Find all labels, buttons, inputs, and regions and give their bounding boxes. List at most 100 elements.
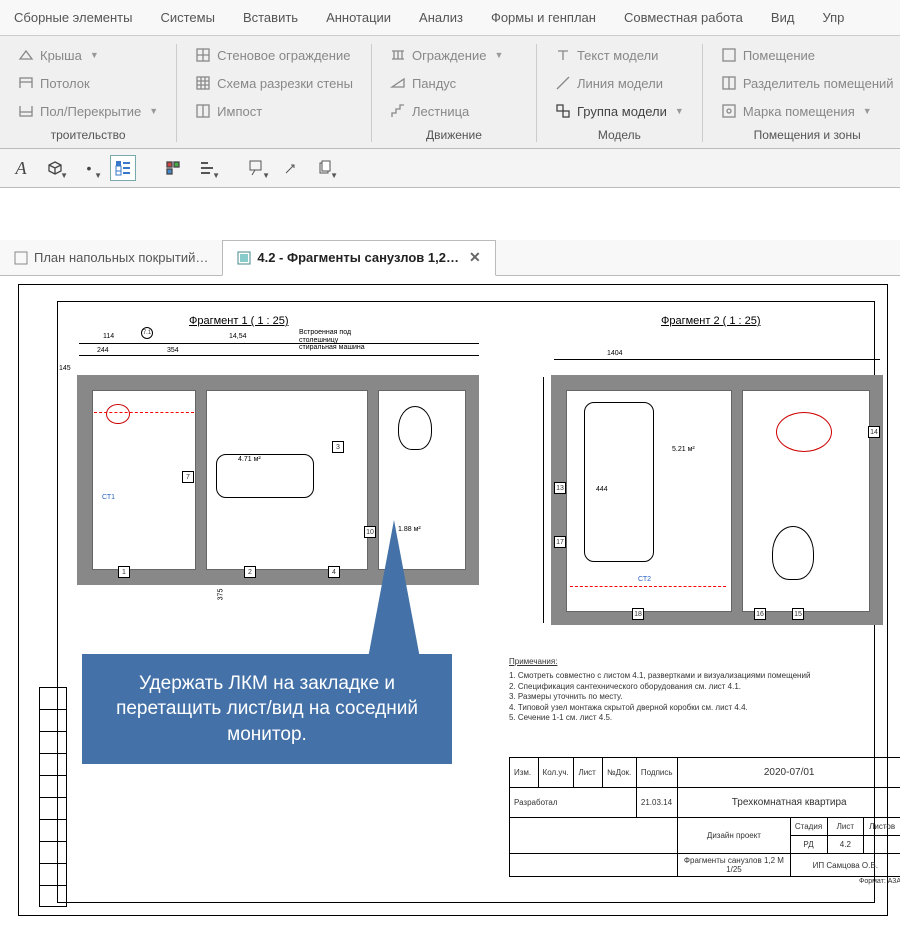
list-no: 4.2	[827, 836, 864, 854]
text-tool-button[interactable]: A	[8, 155, 34, 181]
dim: 444	[596, 486, 608, 493]
menu-sistemy[interactable]: Системы	[146, 4, 228, 31]
tab-plan-napolnyh[interactable]: План напольных покрытий…	[0, 240, 222, 276]
bubble-7: 7	[182, 471, 194, 483]
title-block: Изм. Кол.уч. Лист №Док. Подпись 2020-07/…	[509, 757, 900, 917]
ceiling-icon	[18, 75, 34, 91]
dropdown-icon: ▼	[90, 50, 99, 60]
ramp-label: Пандус	[412, 76, 456, 91]
text-icon	[555, 47, 571, 63]
checklist-icon	[115, 160, 131, 176]
roomtag-button[interactable]: Марка помещения▼	[715, 100, 900, 122]
menu-analiz[interactable]: Анализ	[405, 4, 477, 31]
floor-button[interactable]: Пол/Перекрытие▼	[12, 100, 164, 122]
callout-button[interactable]: ▼	[244, 155, 270, 181]
filter-button[interactable]	[160, 155, 186, 181]
document-tabs: План напольных покрытий… 4.2 - Фрагменты…	[0, 240, 900, 276]
fragment2-title: Фрагмент 2 ( 1 : 25)	[661, 315, 761, 327]
ribbon-group-rooms: Помещение Разделитель помещений Марка по…	[703, 44, 900, 142]
cube-button[interactable]: ▼	[42, 155, 68, 181]
modeltext-button[interactable]: Текст модели	[549, 44, 690, 66]
tag-ct2: СТ2	[638, 576, 651, 583]
checklist-button[interactable]	[110, 155, 136, 181]
note-2: 2. Спецификация сантехнического оборудов…	[509, 682, 900, 692]
note-1: 1. Смотреть совместно с листом 4.1, разв…	[509, 671, 900, 681]
bubble-1: 1	[118, 566, 130, 578]
dropdown-icon: ▼	[212, 171, 220, 180]
col-koluch: Кол.уч.	[538, 758, 574, 788]
format-label: Формат: А3А	[509, 878, 900, 885]
curtaingrid-button[interactable]: Схема разрезки стены	[189, 72, 359, 94]
modelline-button[interactable]: Линия модели	[549, 72, 690, 94]
roomsep-button[interactable]: Разделитель помещений	[715, 72, 900, 94]
dropdown-icon: ▼	[494, 50, 503, 60]
modeltext-label: Текст модели	[577, 48, 658, 63]
quick-access-bar: A ▼ •▼ ▼ ▼ ▼	[0, 149, 900, 188]
fragment-1-plan: СТ1 4.71 м² 1.88 м² 1 2 4 7 3 10	[77, 375, 479, 585]
menu-bar: Сборные элементы Системы Вставить Аннота…	[0, 0, 900, 36]
curtainwall-button[interactable]: Стеновое ограждение	[189, 44, 359, 66]
stair-icon	[390, 103, 406, 119]
fragment-2-plan: СТ2 5.21 м² 444 13 17 18 14 15 16	[551, 375, 883, 625]
bubble-16: 16	[754, 608, 766, 620]
ribbon-group-circulation: Ограждение▼ Пандус Лестница Движение	[372, 44, 537, 142]
group-model-label: Модель	[549, 128, 690, 142]
modelgroup-button[interactable]: Группа модели▼	[549, 100, 690, 122]
linework-button[interactable]: ▼	[194, 155, 220, 181]
menu-vid[interactable]: Вид	[757, 4, 809, 31]
railing-label: Ограждение	[412, 48, 487, 63]
arrow-icon	[283, 160, 299, 176]
note-4: 4. Типовой узел монтажа скрытой дверной …	[509, 703, 900, 713]
stair-button[interactable]: Лестница	[384, 100, 524, 122]
dim: 145	[59, 365, 71, 372]
area-label: 5.21 м²	[672, 446, 695, 453]
bubble-14: 14	[868, 426, 880, 438]
curtaingrid-label: Схема разрезки стены	[217, 76, 353, 91]
dot-button[interactable]: •▼	[76, 155, 102, 181]
ceiling-button[interactable]: Потолок	[12, 72, 164, 94]
bubble-10: 10	[364, 526, 376, 538]
copy-button[interactable]: ▼	[312, 155, 338, 181]
separator-icon	[721, 75, 737, 91]
tab-fragments-active[interactable]: 4.2 - Фрагменты санузлов 1,2… ✕	[222, 240, 495, 276]
dropdown-icon: ▼	[330, 171, 338, 180]
bubble-2: 2	[244, 566, 256, 578]
roomsep-label: Разделитель помещений	[743, 76, 894, 91]
menu-vstavit[interactable]: Вставить	[229, 4, 312, 31]
tag-icon	[721, 103, 737, 119]
dim: 114	[103, 333, 114, 340]
row-razrab: Разработал	[510, 788, 637, 818]
grid-icon	[195, 75, 211, 91]
menu-sovmestnaya[interactable]: Совместная работа	[610, 4, 757, 31]
ramp-button[interactable]: Пандус	[384, 72, 524, 94]
stage-project: Дизайн проект	[678, 818, 790, 854]
arrow-button[interactable]	[278, 155, 304, 181]
menu-sbornye[interactable]: Сборные элементы	[0, 4, 146, 31]
menu-formy[interactable]: Формы и генплан	[477, 4, 610, 31]
bubble-4: 4	[328, 566, 340, 578]
roof-button[interactable]: Крыша▼	[12, 44, 164, 66]
bubble-17: 17	[554, 536, 566, 548]
close-icon[interactable]: ✕	[469, 249, 481, 266]
col-podpis: Подпись	[636, 758, 677, 788]
company: ИП Самцова О.В.	[790, 854, 900, 877]
line-icon	[555, 75, 571, 91]
drawing-canvas[interactable]: Фрагмент 1 ( 1 : 25) СТ1 4.71 м² 1.88 м²…	[0, 276, 900, 926]
ramp-icon	[390, 75, 406, 91]
mullion-button[interactable]: Импост	[189, 100, 359, 122]
room-button[interactable]: Помещение	[715, 44, 900, 66]
area-label: 4.71 м²	[238, 456, 261, 463]
railing-button[interactable]: Ограждение ▼	[384, 44, 524, 66]
col-list: Лист	[574, 758, 603, 788]
mullion-icon	[195, 103, 211, 119]
fragment1-title: Фрагмент 1 ( 1 : 25)	[189, 315, 289, 327]
curtainwall-label: Стеновое ограждение	[217, 48, 350, 63]
dim: 1404	[607, 350, 623, 357]
bubble-3: 3	[332, 441, 344, 453]
col-izm: Изм.	[510, 758, 539, 788]
sheet-name: Фрагменты санузлов 1,2 М 1/25	[678, 854, 790, 877]
menu-upr[interactable]: Упр	[808, 4, 858, 31]
menu-annotacii[interactable]: Аннотации	[312, 4, 405, 31]
note-3: 3. Размеры уточнить по месту.	[509, 692, 900, 702]
project-name: Трехкомнатная квартира	[678, 788, 900, 818]
